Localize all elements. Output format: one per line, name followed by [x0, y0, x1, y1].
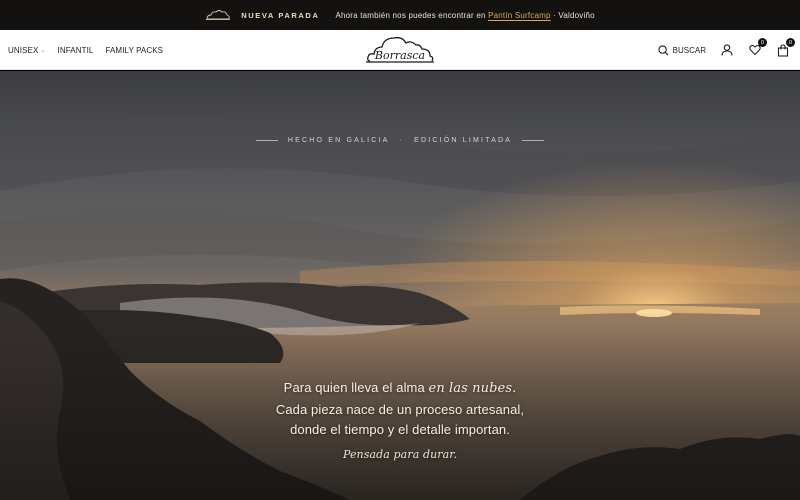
- hero-line-3: donde el tiempo y el detalle importan.: [290, 422, 510, 437]
- brand-logo[interactable]: Borrasca: [364, 32, 436, 68]
- wishlist-count-badge: 0: [758, 38, 767, 47]
- eyebrow-divider-left: [255, 140, 278, 141]
- announcement-location: · Valdoviño: [553, 10, 595, 20]
- nav-item-label: FAMILY PACKS: [105, 45, 164, 55]
- hero-banner: HECHO EN GALICIA · EDICIÓN LIMITADA Para…: [0, 71, 800, 500]
- search-label: BUSCAR: [672, 45, 706, 55]
- hero-line-1-text: Para quien lleva el alma: [283, 380, 425, 395]
- brand-wordmark: Borrasca: [374, 49, 425, 62]
- nav-item-unisex[interactable]: UNISEX ⌄: [8, 46, 46, 55]
- search-icon: [658, 44, 669, 56]
- nav-item-family-packs[interactable]: FAMILY PACKS: [105, 46, 163, 55]
- hero-line-2: Cada pieza nace de un proceso artesanal,: [275, 401, 525, 417]
- hero-copy: Para quien lleva el alma en las nubes. C…: [0, 378, 800, 465]
- cart-count-badge: 0: [786, 38, 795, 47]
- wishlist-button[interactable]: 0: [748, 38, 767, 57]
- cart-button[interactable]: 0: [776, 38, 795, 57]
- header-tools: BUSCAR 0 0: [658, 30, 795, 70]
- hero-signature: Pensada para durar.: [342, 447, 458, 461]
- announcement-text: Ahora también nos puedes encontrar en: [335, 10, 486, 20]
- nav-item-label: INFANTIL: [57, 45, 94, 55]
- user-icon: [721, 44, 733, 56]
- announcement-message: Ahora también nos puedes encontrar en Pa…: [335, 11, 594, 20]
- eyebrow-made-in: HECHO EN GALICIA: [287, 137, 390, 144]
- eyebrow-limited-edition: EDICIÓN LIMITADA: [414, 137, 513, 144]
- nav-item-infantil[interactable]: INFANTIL: [58, 46, 94, 55]
- chevron-down-icon: ⌄: [40, 47, 46, 54]
- search-button[interactable]: BUSCAR: [658, 44, 706, 56]
- announcement-tag: NUEVA PARADA: [241, 10, 320, 20]
- hero-line-1-emphasis: en las nubes.: [428, 381, 517, 396]
- brand-mini-logo: [206, 10, 231, 20]
- eyebrow-separator: ·: [399, 137, 405, 144]
- announcement-bar: NUEVA PARADA Ahora también nos puedes en…: [0, 0, 800, 30]
- hero-line-1: Para quien lleva el alma en las nubes.: [0, 378, 800, 400]
- site-header: UNISEX ⌄ INFANTIL FAMILY PACKS Borrasca B…: [0, 30, 800, 70]
- announcement-link[interactable]: Pantín Surfcamp: [488, 11, 551, 20]
- eyebrow-divider-right: [522, 140, 545, 141]
- main-nav: UNISEX ⌄ INFANTIL FAMILY PACKS: [8, 30, 163, 70]
- hero-eyebrow: HECHO EN GALICIA · EDICIÓN LIMITADA: [0, 137, 800, 144]
- nav-item-label: UNISEX: [8, 45, 39, 55]
- account-button[interactable]: [720, 43, 734, 57]
